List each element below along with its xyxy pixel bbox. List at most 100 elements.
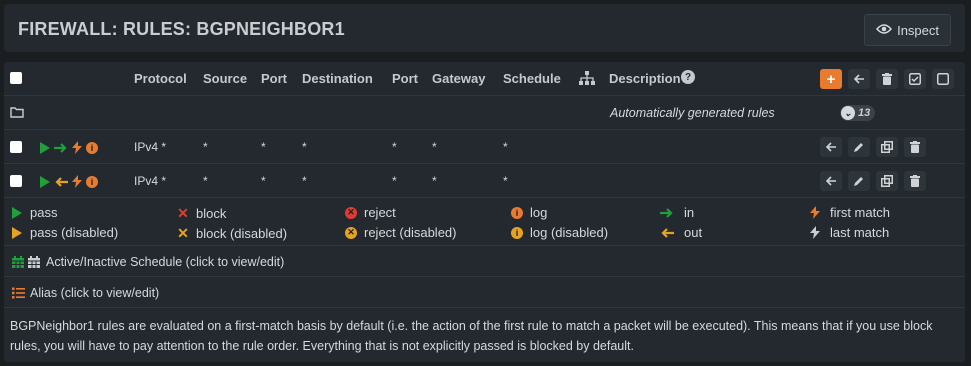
delete-selected-button[interactable] [876, 69, 898, 89]
calendar-active-icon [12, 256, 24, 268]
arrow-left-icon [660, 227, 674, 238]
reject-icon: ✕ [345, 206, 357, 219]
arrow-right-icon [660, 207, 674, 218]
cell-source-port: * [261, 174, 266, 188]
rules-description: BGPNeighbor1 rules are evaluated on a fi… [4, 308, 965, 362]
bolt-icon [808, 226, 822, 239]
help-icon[interactable]: ? [681, 70, 695, 84]
edit-rule-button[interactable] [848, 137, 870, 157]
row-checkbox[interactable] [10, 175, 22, 187]
list-icon [12, 287, 25, 299]
trash-icon [910, 141, 920, 153]
eye-icon [876, 23, 893, 38]
bolt-icon [72, 141, 82, 154]
legend-in: in [684, 205, 695, 220]
reject-disabled-icon: ✕ [345, 226, 357, 239]
select-all-checkbox[interactable] [10, 72, 22, 84]
legend-pass: pass [30, 205, 58, 220]
pencil-icon [854, 177, 863, 186]
table-row: i IPv4 * * * * * * * [4, 164, 965, 198]
edit-rule-button[interactable] [848, 171, 870, 191]
clone-rule-button[interactable] [876, 137, 898, 157]
description-text: BGPNeighbor1 rules are evaluated on a fi… [10, 319, 933, 353]
group-count-badge[interactable]: ⌄ 13 [840, 105, 876, 121]
cell-protocol: IPv4 * [134, 174, 167, 188]
trash-icon [910, 175, 920, 187]
cell-destination: * [302, 140, 307, 154]
inspect-label: Inspect [897, 22, 939, 38]
clone-icon [881, 141, 893, 153]
cell-schedule: * [503, 140, 508, 154]
header-source-port[interactable]: Port [261, 71, 287, 86]
cell-destination: * [302, 174, 307, 188]
enable-selected-button[interactable] [904, 69, 926, 89]
header-destination[interactable]: Destination [302, 71, 373, 86]
schedule-note: Active/Inactive Schedule (click to view/… [4, 246, 965, 277]
table-row: i IPv4 * * * * * * * [4, 130, 965, 164]
legend-out: out [684, 225, 703, 240]
alias-note: Alias (click to view/edit) [4, 277, 965, 308]
rules-panel: Protocol Source Port Destination Port Ga… [4, 62, 965, 362]
clone-icon [881, 175, 893, 187]
group-label: Automatically generated rules [610, 106, 775, 120]
rule-status-icons: i [40, 141, 98, 154]
square-icon [937, 73, 949, 85]
header-dest-port[interactable]: Port [392, 71, 418, 86]
row-checkbox[interactable] [10, 141, 22, 153]
log-disabled-icon: i [511, 226, 523, 239]
cell-dest-port: * [392, 140, 397, 154]
auto-rules-group[interactable]: Automatically generated rules ⌄ 13 [4, 96, 965, 130]
cell-source: * [203, 140, 208, 154]
header-schedule[interactable]: Schedule [503, 71, 561, 86]
title-bar: FIREWALL: RULES: BGPNEIGHBOR1 Inspect [4, 4, 965, 52]
legend-first-match: first match [830, 205, 890, 220]
header-description[interactable]: Description [609, 71, 681, 86]
cell-gateway: * [432, 174, 437, 188]
legend-reject-disabled: reject (disabled) [364, 225, 457, 240]
disable-selected-button[interactable] [932, 69, 954, 89]
pass-icon [40, 175, 50, 188]
block-disabled-icon: ✕ [177, 225, 189, 241]
pass-disabled-icon [12, 226, 22, 239]
table-header: Protocol Source Port Destination Port Ga… [4, 62, 965, 96]
cell-source: * [203, 174, 208, 188]
alias-note-text: Alias (click to view/edit) [30, 286, 160, 300]
move-rule-button[interactable] [820, 171, 842, 191]
rule-status-icons: i [40, 175, 98, 188]
schedule-note-text: Active/Inactive Schedule (click to view/… [46, 255, 285, 269]
bolt-icon [72, 175, 82, 188]
legend-block-disabled: block (disabled) [196, 226, 288, 241]
trash-icon [882, 73, 892, 85]
legend-pass-disabled: pass (disabled) [30, 225, 119, 240]
delete-rule-button[interactable] [904, 137, 926, 157]
header-protocol[interactable]: Protocol [134, 71, 187, 86]
info-icon: i [86, 141, 98, 154]
header-gateway[interactable]: Gateway [432, 71, 485, 86]
bolt-icon [808, 206, 822, 219]
sitemap-icon [579, 71, 595, 88]
calendar-inactive-icon [28, 256, 40, 268]
legend-last-match: last match [830, 225, 890, 240]
add-rule-button[interactable]: + [820, 69, 842, 89]
arrow-left-icon [55, 176, 68, 187]
delete-rule-button[interactable] [904, 171, 926, 191]
header-source[interactable]: Source [203, 71, 247, 86]
move-rule-button[interactable] [820, 137, 842, 157]
log-icon: i [511, 206, 523, 219]
pass-icon [12, 206, 22, 219]
clone-rule-button[interactable] [876, 171, 898, 191]
check-square-icon [909, 73, 921, 85]
chevron-down-icon: ⌄ [841, 106, 855, 120]
cell-dest-port: * [392, 174, 397, 188]
cell-schedule: * [503, 174, 508, 188]
inspect-button[interactable]: Inspect [864, 14, 951, 46]
arrow-left-icon [853, 74, 864, 84]
cell-source-port: * [261, 140, 266, 154]
arrow-right-icon [54, 142, 67, 153]
legend-log: log [530, 205, 548, 220]
arrow-left-icon [825, 142, 836, 152]
move-rules-button[interactable] [848, 69, 870, 89]
pass-icon [40, 141, 50, 154]
folder-icon [10, 106, 24, 121]
cell-gateway: * [432, 140, 437, 154]
